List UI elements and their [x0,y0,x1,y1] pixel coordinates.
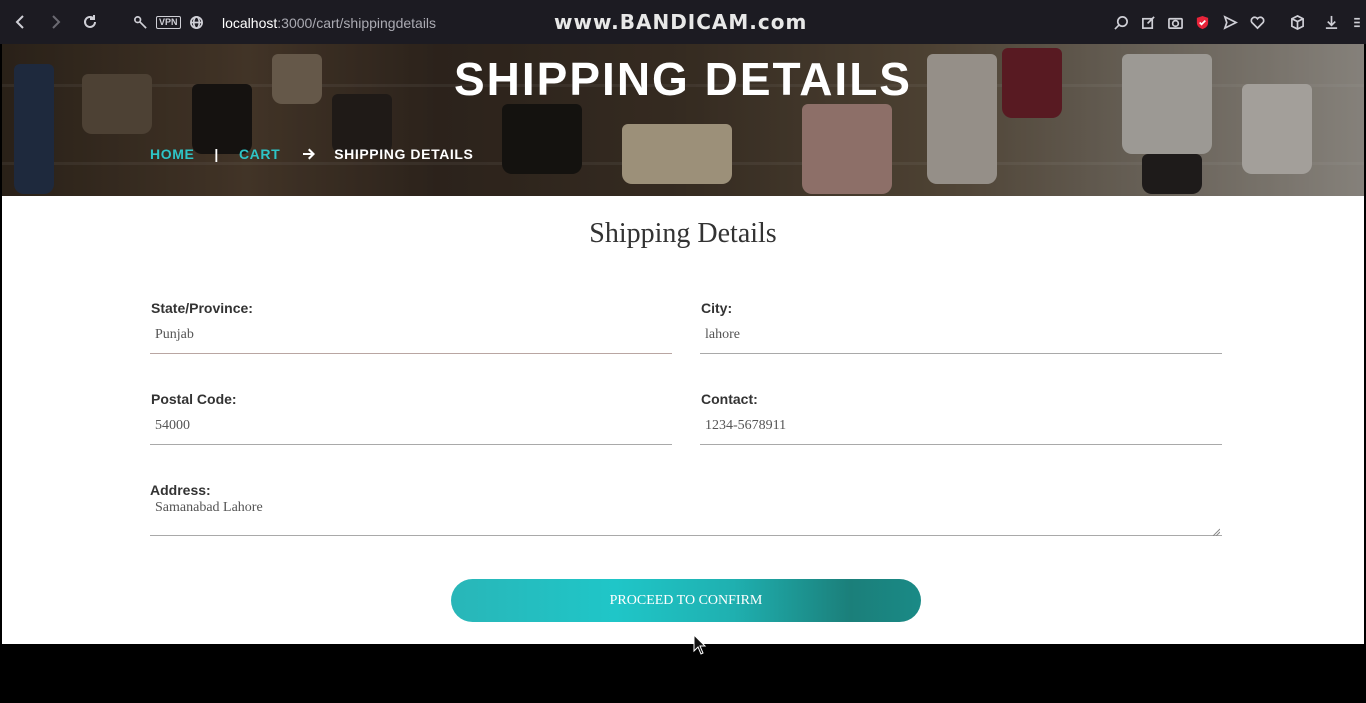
screen-bottom-bar [0,644,1366,703]
vpn-icon[interactable]: VPN [156,16,181,29]
city-field: City: lahore [700,300,1222,354]
resize-grip-icon[interactable] [1212,525,1221,537]
page-title: SHIPPING DETAILS [454,53,912,105]
hero-banner: SHIPPING DETAILS HOME | CART SHIPPING DE… [2,44,1364,196]
address-label: Address: [150,482,211,498]
breadcrumb-cart[interactable]: CART [239,146,280,162]
state-field: State/Province: Punjab [150,300,672,354]
heart-icon[interactable] [1249,14,1265,30]
browser-toolbar: VPN localhost:3000/cart/shippingdetails … [0,0,1366,44]
reload-icon[interactable] [80,12,100,32]
mouse-cursor-icon [693,634,707,655]
globe-icon [188,14,204,30]
edit-icon[interactable] [1140,14,1156,30]
address-textarea[interactable]: Samanabad Lahore [150,500,1222,537]
key-icon[interactable] [132,14,148,30]
menu-icon[interactable] [1352,14,1362,30]
shield-icon[interactable] [1194,14,1210,30]
breadcrumb: HOME | CART SHIPPING DETAILS [150,146,473,162]
arrow-right-icon [302,147,316,161]
contact-label: Contact: [701,391,758,407]
breadcrumb-current: SHIPPING DETAILS [334,146,474,162]
forward-icon[interactable] [45,12,65,32]
contact-input[interactable]: 1234-5678911 [700,415,1222,445]
form-title: Shipping Details [589,218,777,249]
postal-label: Postal Code: [151,391,237,407]
city-input[interactable]: lahore [700,324,1222,354]
camera-icon[interactable] [1167,14,1183,30]
recording-watermark: www.BANDICAM.com [554,10,808,34]
back-icon[interactable] [11,12,31,32]
contact-field: Contact: 1234-5678911 [700,391,1222,445]
postal-field: Postal Code: 54000 [150,391,672,445]
address-value: Samanabad Lahore [155,500,263,515]
page-content: SHIPPING DETAILS HOME | CART SHIPPING DE… [2,44,1364,644]
postal-input[interactable]: 54000 [150,415,672,445]
state-input[interactable]: Punjab [150,324,672,354]
url-host: localhost [222,15,278,31]
breadcrumb-home[interactable]: HOME [150,146,194,162]
cube-icon[interactable] [1289,14,1305,30]
state-label: State/Province: [151,300,253,316]
address-bar[interactable]: localhost:3000/cart/shippingdetails [222,15,436,31]
url-path: :3000/cart/shippingdetails [277,15,437,31]
proceed-to-confirm-button[interactable]: PROCEED TO CONFIRM [451,579,921,622]
send-icon[interactable] [1222,14,1238,30]
address-field: Address: Samanabad Lahore [150,482,1222,537]
breadcrumb-separator: | [214,146,219,162]
city-label: City: [701,300,733,316]
download-icon[interactable] [1323,14,1339,30]
search-icon[interactable] [1113,14,1129,30]
